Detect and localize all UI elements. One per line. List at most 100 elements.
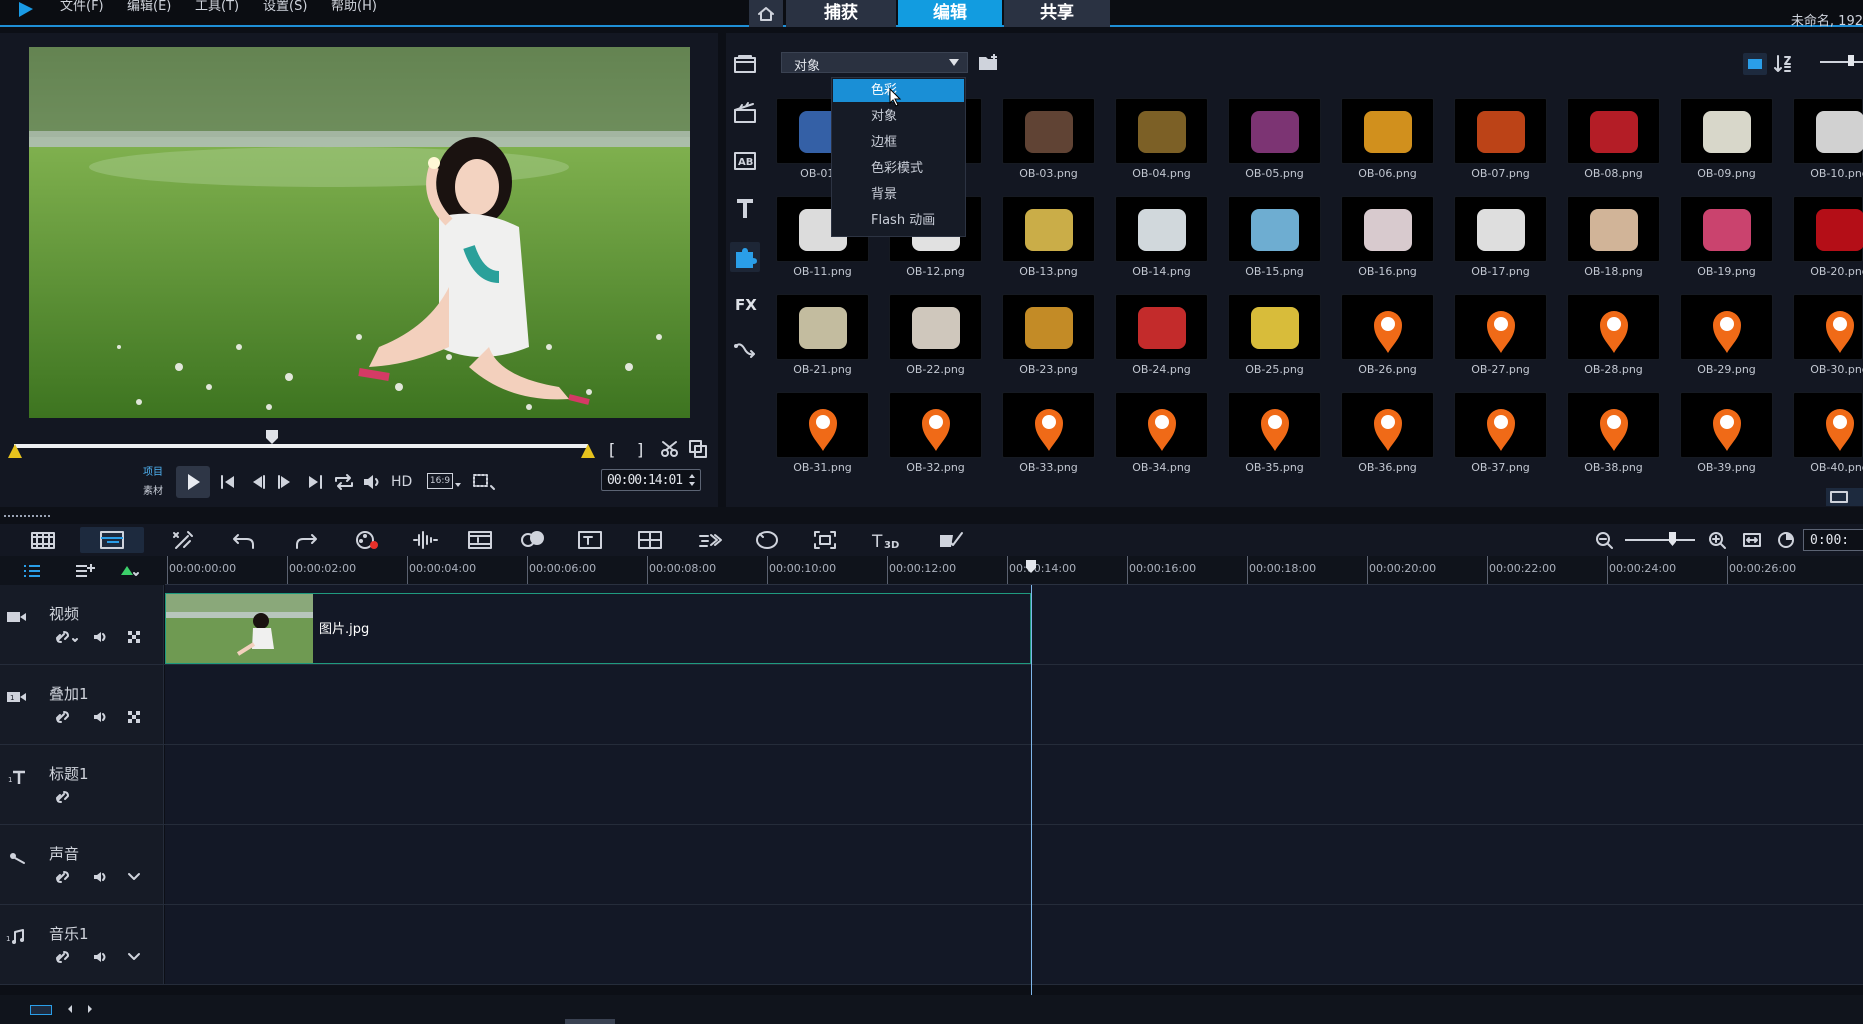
zoom-in-button[interactable] xyxy=(1703,527,1733,553)
library-thumbnail[interactable] xyxy=(1793,294,1863,360)
library-thumbnail[interactable] xyxy=(776,392,869,458)
zoom-out-button[interactable] xyxy=(1590,527,1620,553)
library-thumbnail[interactable] xyxy=(1341,98,1434,164)
library-thumbnail[interactable] xyxy=(1680,98,1773,164)
library-thumbnail[interactable] xyxy=(1228,294,1321,360)
toolbox-button[interactable] xyxy=(168,527,198,553)
project-duration-button[interactable] xyxy=(1773,527,1803,553)
library-thumbnail[interactable] xyxy=(1454,294,1547,360)
storyboard-view-button[interactable] xyxy=(28,527,58,553)
category-select[interactable]: 对象 xyxy=(781,52,968,74)
subtitle-editor-button[interactable] xyxy=(575,527,605,553)
painting-creator-button[interactable] xyxy=(936,527,966,553)
expand-chevron-icon[interactable] xyxy=(127,951,141,963)
library-thumbnail[interactable] xyxy=(1567,294,1660,360)
zoom-slider[interactable] xyxy=(1625,539,1695,541)
auto-music-button[interactable] xyxy=(465,527,495,553)
library-thumbnail[interactable] xyxy=(1567,98,1660,164)
chapter-marker-button[interactable] xyxy=(73,561,97,581)
project-mode-label[interactable]: 项目 xyxy=(143,463,163,478)
go-to-start-button[interactable] xyxy=(218,472,238,492)
checker-grid-icon[interactable] xyxy=(127,630,141,644)
stepper-arrows-icon[interactable] xyxy=(687,472,697,488)
clip-mode-label[interactable]: 素材 xyxy=(143,482,163,497)
library-thumbnail[interactable] xyxy=(1115,196,1208,262)
previous-frame-button[interactable] xyxy=(248,472,268,492)
track-lane[interactable] xyxy=(165,825,1863,904)
thumbnail-size-slider[interactable] xyxy=(1820,61,1863,63)
timeline-scroll-thumb[interactable] xyxy=(30,1005,52,1015)
library-thumbnail[interactable] xyxy=(1228,196,1321,262)
library-thumbnail[interactable] xyxy=(1680,294,1773,360)
link-icon[interactable] xyxy=(55,710,69,724)
menu-settings[interactable]: 设置(S) xyxy=(263,0,307,13)
speaker-icon[interactable] xyxy=(92,870,110,884)
library-thumbnail[interactable] xyxy=(1454,392,1547,458)
selection-tool-button[interactable] xyxy=(471,472,497,492)
dropdown-option[interactable]: 边框 xyxy=(833,131,964,154)
go-to-end-button[interactable] xyxy=(305,472,325,492)
fit-project-button[interactable] xyxy=(1738,527,1768,553)
aspect-ratio-button[interactable]: 16:9 xyxy=(427,473,453,489)
dropdown-option[interactable]: 色彩模式 xyxy=(833,157,964,180)
timecode-field[interactable]: 00:00:14:01 xyxy=(601,469,701,491)
duration-field[interactable]: 0:00: xyxy=(1803,529,1863,551)
library-thumbnail[interactable] xyxy=(1228,98,1321,164)
link-icon[interactable] xyxy=(55,950,69,964)
track-lane[interactable] xyxy=(165,665,1863,744)
copy-frame-icon[interactable] xyxy=(688,439,708,459)
volume-button[interactable] xyxy=(361,472,383,492)
horizontal-scrollbar[interactable] xyxy=(565,1019,615,1024)
library-thumbnail[interactable] xyxy=(1793,392,1863,458)
dropdown-option[interactable]: 背景 xyxy=(833,183,964,206)
list-view-button[interactable] xyxy=(1743,53,1767,75)
checker-grid-icon[interactable] xyxy=(127,710,141,724)
scroll-arrows-icon[interactable] xyxy=(66,1003,96,1015)
menu-tools[interactable]: 工具(T) xyxy=(195,0,239,13)
filter-fx-button[interactable]: FX xyxy=(735,296,757,314)
speaker-icon[interactable] xyxy=(92,710,110,724)
library-thumbnail[interactable] xyxy=(1680,392,1773,458)
redo-button[interactable] xyxy=(290,527,320,553)
mask-creator-button[interactable] xyxy=(752,527,782,553)
library-thumbnail[interactable] xyxy=(1793,98,1863,164)
sort-button[interactable] xyxy=(1773,53,1793,75)
library-thumbnail[interactable] xyxy=(1115,392,1208,458)
library-thumbnail[interactable] xyxy=(1454,196,1547,262)
repeat-button[interactable] xyxy=(333,472,355,492)
library-thumbnail[interactable] xyxy=(1115,98,1208,164)
instant-project-button[interactable] xyxy=(732,100,758,126)
zoom-slider-handle[interactable] xyxy=(1669,532,1676,546)
link-icon[interactable] xyxy=(55,790,69,804)
library-thumbnail[interactable] xyxy=(1002,98,1095,164)
dropdown-option[interactable]: Flash 动画 xyxy=(833,209,964,232)
link-icon[interactable] xyxy=(55,870,69,884)
transition-button[interactable]: AB xyxy=(732,148,758,174)
library-thumbnail[interactable] xyxy=(1341,294,1434,360)
library-thumbnail[interactable] xyxy=(1454,98,1547,164)
mark-out-button[interactable]: ] xyxy=(637,440,643,459)
timeline-clip[interactable]: 图片.jpg xyxy=(165,593,1031,664)
tab-edit[interactable]: 编辑 xyxy=(898,0,1002,27)
motion-tracking-button[interactable] xyxy=(518,527,548,553)
tab-capture[interactable]: 捕获 xyxy=(786,0,896,27)
expand-chevron-icon[interactable] xyxy=(127,871,141,883)
home-tab[interactable] xyxy=(749,0,783,27)
library-thumbnail[interactable] xyxy=(1680,196,1773,262)
path-button[interactable] xyxy=(732,338,758,364)
menu-file[interactable]: 文件(F) xyxy=(60,0,104,13)
next-frame-button[interactable] xyxy=(275,472,295,492)
time-remapping-button[interactable] xyxy=(696,527,726,553)
library-thumbnail[interactable] xyxy=(1002,392,1095,458)
multi-camera-button[interactable] xyxy=(635,527,665,553)
speaker-icon[interactable] xyxy=(92,950,110,964)
timeline-view-button[interactable] xyxy=(80,527,144,553)
dropdown-option[interactable]: 对象 xyxy=(833,105,964,128)
timeline-grip[interactable] xyxy=(4,515,52,517)
3d-title-button[interactable]: T 3D xyxy=(868,527,904,553)
undo-button[interactable] xyxy=(230,527,260,553)
library-thumbnail[interactable] xyxy=(889,392,982,458)
sound-mixer-button[interactable] xyxy=(410,527,440,553)
timeline-ruler[interactable]: 00:00:00:00 00:00:02:00 00:00:04:00 00:00:0… xyxy=(0,556,1863,585)
tab-share[interactable]: 共享 xyxy=(1004,0,1110,27)
